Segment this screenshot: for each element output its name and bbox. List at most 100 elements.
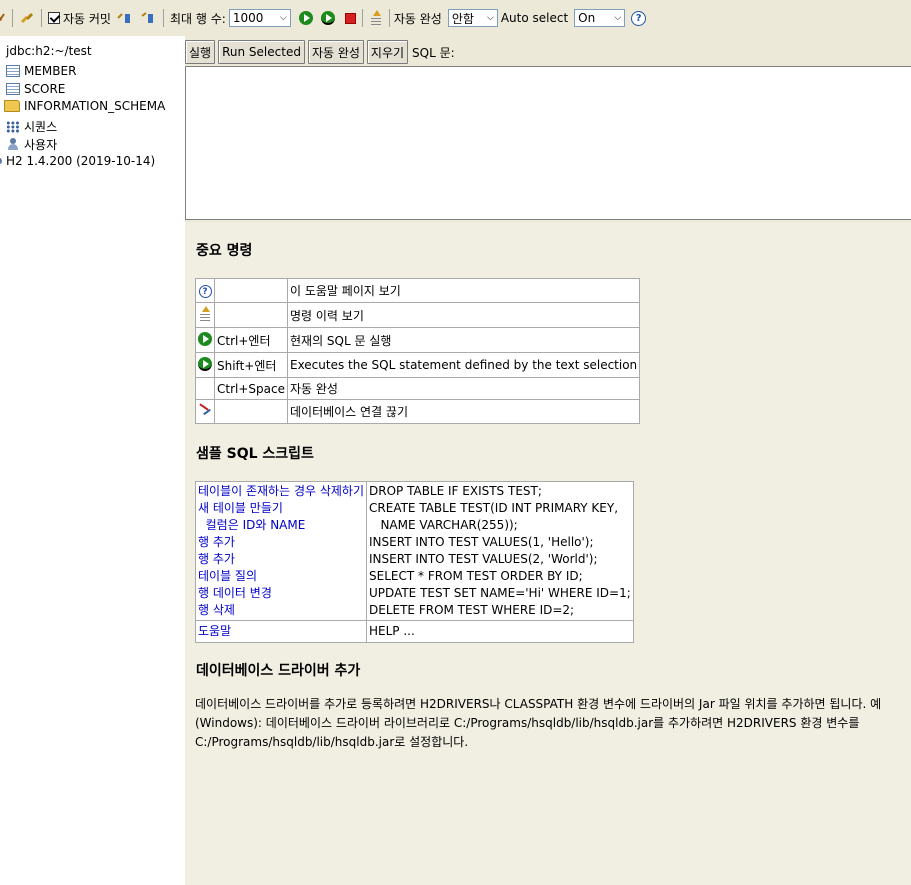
sample-link[interactable]: 컬럼은 ID와 NAME: [198, 517, 364, 534]
sql-editor[interactable]: [185, 66, 911, 220]
command-desc: 데이터베이스 연결 끊기: [286, 399, 641, 424]
sample-labels-cell: 테이블이 존재하는 경우 삭제하기 새 테이블 만들기 컬럼은 ID와 NAME…: [194, 481, 368, 621]
driver-text-line: (Windows): 데이터베이스 드라이버 라이브러리로 C:/Program…: [195, 716, 860, 730]
auto-select-label: Auto select: [500, 11, 569, 25]
max-rows-select[interactable]: 1000 ⌵: [228, 9, 291, 27]
tree-item-label: 사용자: [24, 138, 58, 152]
auto-select-select[interactable]: On ⌵: [574, 9, 626, 27]
version-label: H2 1.4.200 (2019-10-14): [6, 154, 156, 168]
command-key: Ctrl+엔터: [214, 327, 288, 353]
table-row: 도움말 HELP ...: [194, 620, 634, 643]
commit-icon[interactable]: [117, 10, 133, 26]
sample-link[interactable]: 행 데이터 변경: [198, 585, 364, 602]
sample-sql-title: 샘플 SQL 스크립트: [196, 446, 314, 462]
sample-sql: CREATE TABLE TEST(ID INT PRIMARY KEY,: [369, 501, 619, 515]
tree-item-users[interactable]: 사용자: [6, 136, 57, 153]
sample-link[interactable]: 테이블이 존재하는 경우 삭제하기: [198, 483, 364, 500]
auto-commit-label: 자동 커밋: [63, 11, 111, 26]
run-selected-button[interactable]: Run Selected: [218, 40, 305, 64]
command-desc: 이 도움말 페이지 보기: [286, 278, 641, 303]
add-driver-text: 데이터베이스 드라이버를 추가로 등록하려면 H2DRIVERS나 CLASSP…: [195, 695, 911, 752]
command-desc: Executes the SQL statement defined by th…: [286, 352, 641, 378]
auto-complete-button[interactable]: 자동 완성: [307, 40, 364, 64]
run-selected-icon[interactable]: [320, 11, 335, 25]
sample-link[interactable]: 테이블 질의: [198, 568, 364, 585]
sample-link[interactable]: 행 추가: [198, 551, 364, 568]
toolbar-separator: [162, 9, 164, 27]
table-row: 데이터베이스 연결 끊기: [195, 399, 641, 424]
query-button-bar: 실행 Run Selected 자동 완성 지우기 SQL 문:: [185, 40, 455, 64]
tree-item-member[interactable]: MEMBER: [6, 64, 76, 78]
sample-sql: INSERT INTO TEST VALUES(1, 'Hello');: [369, 535, 594, 549]
history-icon: [195, 302, 215, 328]
empty-icon-cell: [195, 377, 215, 400]
table-row: Ctrl+Space 자동 완성: [195, 377, 641, 400]
auto-complete-select[interactable]: 안함 ⌵: [447, 9, 498, 27]
command-key: [214, 278, 288, 303]
users-icon: [6, 138, 20, 151]
table-row: 명령 이력 보기: [195, 302, 641, 328]
tree-item-label: SCORE: [24, 82, 66, 96]
connection-label: jdbc:h2:~/test: [6, 44, 92, 58]
stop-icon[interactable]: [344, 12, 356, 24]
run-icon[interactable]: [298, 11, 313, 25]
disconnect-icon: [195, 399, 215, 424]
checkbox-icon[interactable]: [48, 12, 60, 24]
disconnect-icon[interactable]: [19, 10, 35, 26]
auto-commit-checkbox[interactable]: 자동 커밋: [48, 10, 111, 27]
refresh-icon[interactable]: [0, 10, 6, 26]
sample-link[interactable]: 행 추가: [198, 534, 364, 551]
add-driver-title: 데이터베이스 드라이버 추가: [196, 663, 361, 679]
sample-sql-table: 테이블이 존재하는 경우 삭제하기 새 테이블 만들기 컬럼은 ID와 NAME…: [194, 481, 634, 643]
toolbar-separator: [41, 9, 42, 27]
tree-version: H2 1.4.200 (2019-10-14): [0, 154, 155, 168]
clear-button[interactable]: 지우기: [366, 40, 409, 64]
tree-item-information-schema[interactable]: INFORMATION_SCHEMA: [4, 99, 165, 113]
run-button[interactable]: 실행: [185, 40, 216, 64]
auto-complete-label: 자동 완성: [393, 11, 442, 26]
sample-sql: DELETE FROM TEST WHERE ID=2;: [369, 603, 575, 617]
command-desc: 현재의 SQL 문 실행: [286, 327, 641, 353]
sample-sql-cell: DROP TABLE IF EXISTS TEST; CREATE TABLE …: [366, 481, 634, 621]
command-desc: 명령 이력 보기: [286, 302, 641, 328]
auto-complete-value: 안함: [451, 11, 474, 26]
sample-link[interactable]: 행 삭제: [198, 602, 364, 619]
tree-item-score[interactable]: SCORE: [6, 82, 65, 96]
main-panel: 실행 Run Selected 자동 완성 지우기 SQL 문: 중요 명령 ?…: [185, 36, 911, 885]
command-key: [214, 302, 288, 328]
help-link[interactable]: 도움말: [194, 620, 368, 643]
toolbar-separator: [361, 9, 363, 27]
toolbar-separator: [388, 9, 390, 27]
rollback-icon[interactable]: [141, 10, 157, 26]
command-key: Ctrl+Space: [214, 377, 288, 400]
table-row: Ctrl+엔터 현재의 SQL 문 실행: [195, 327, 641, 353]
sample-sql: UPDATE TEST SET NAME='Hi' WHERE ID=1;: [369, 586, 631, 600]
sample-sql: INSERT INTO TEST VALUES(2, 'World');: [369, 552, 598, 566]
help-icon: ?: [195, 278, 215, 303]
sample-sql: NAME VARCHAR(255));: [369, 518, 518, 532]
table-row: 테이블이 존재하는 경우 삭제하기 새 테이블 만들기 컬럼은 ID와 NAME…: [194, 481, 634, 621]
tree-item-label: MEMBER: [24, 64, 77, 78]
folder-icon: [4, 100, 20, 112]
command-desc: 자동 완성: [286, 377, 641, 400]
history-icon[interactable]: [368, 10, 383, 26]
table-icon: [6, 83, 20, 95]
sample-link[interactable]: 새 테이블 만들기: [198, 500, 364, 517]
help-icon[interactable]: ?: [631, 10, 647, 26]
toolbar: 자동 커밋 최대 행 수: 1000 ⌵ 자동 완성 안함 ⌵ Auto sel…: [0, 0, 911, 36]
table-row: Shift+엔터 Executes the SQL statement defi…: [195, 352, 641, 378]
table-icon: [6, 65, 20, 77]
tree-connection[interactable]: jdbc:h2:~/test: [6, 44, 92, 58]
tree-item-sequences[interactable]: 시퀀스: [6, 118, 57, 135]
sequence-icon: [6, 120, 20, 133]
info-icon: [0, 158, 2, 164]
toolbar-separator: [12, 9, 13, 27]
auto-select-value: On: [578, 11, 596, 25]
help-panel: 중요 명령 ? 이 도움말 페이지 보기 명령 이력 보기 Ctrl+엔터 현재…: [185, 222, 911, 885]
commands-table: ? 이 도움말 페이지 보기 명령 이력 보기 Ctrl+엔터 현재의 SQL …: [195, 278, 641, 424]
max-rows-label: 최대 행 수:: [169, 11, 226, 26]
command-key: [214, 399, 288, 424]
driver-text-line: 데이터베이스 드라이버를 추가로 등록하려면 H2DRIVERS나 CLASSP…: [195, 697, 882, 711]
important-commands-title: 중요 명령: [196, 243, 253, 259]
table-row: ? 이 도움말 페이지 보기: [195, 278, 641, 303]
